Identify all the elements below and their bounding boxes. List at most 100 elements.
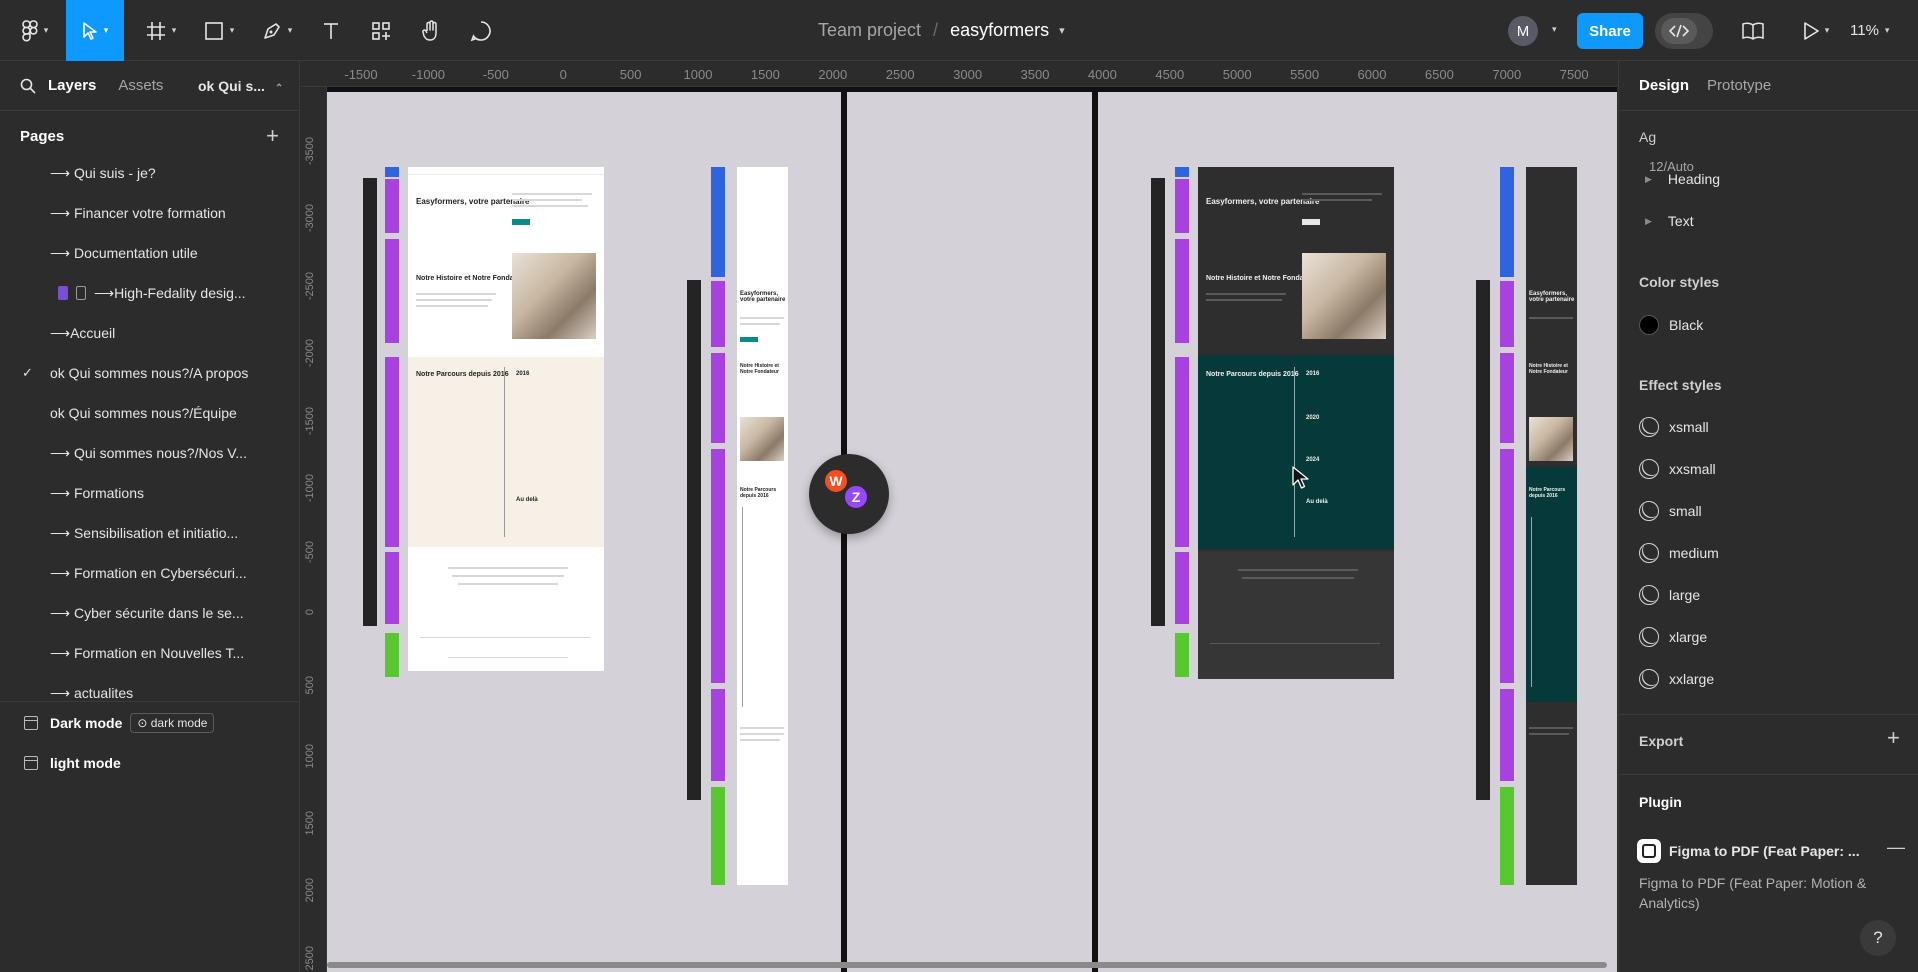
page-item[interactable]: ⟶ Formation en Nouvelles T... — [0, 633, 300, 673]
horizontal-scrollbar[interactable] — [327, 962, 1607, 968]
tab-layers[interactable]: Layers — [48, 77, 96, 94]
library-button[interactable] — [1738, 0, 1768, 61]
light-mobile-frame[interactable]: Easyformers, votre partenaire Notre Hist… — [737, 167, 788, 885]
section-bar[interactable] — [1476, 280, 1490, 800]
section-bar[interactable] — [1500, 281, 1514, 347]
design-canvas[interactable]: -1500 -1000 -500 0 500 1000 1500 2000 2500 3000 35… — [301, 61, 1617, 972]
breadcrumb-file-name[interactable]: easyformers — [950, 20, 1049, 41]
section-bar[interactable] — [711, 449, 725, 683]
chevron-down-icon[interactable]: ▾ — [1059, 24, 1065, 37]
page-item-content: ⟶High-Fedality desig... — [58, 285, 246, 302]
comment-tool-button[interactable] — [466, 0, 496, 61]
page-item-active[interactable]: ✓ ok Qui sommes nous?/A propos — [0, 353, 300, 393]
dark-mobile-frame[interactable]: Easyformers, votre partenaire Notre Hist… — [1526, 167, 1577, 885]
page-item[interactable]: ⟶ Formation en Cybersécuri... — [0, 553, 300, 593]
chevron-down-icon[interactable]: ▾ — [1552, 24, 1557, 35]
effect-style-item[interactable]: xsmall — [1639, 417, 1709, 437]
section-bar[interactable] — [385, 633, 399, 677]
section-bar[interactable] — [385, 179, 399, 233]
page-item[interactable]: ⟶High-Fedality desig... — [0, 273, 300, 313]
section-bar[interactable] — [711, 689, 725, 781]
page-item[interactable]: ⟶ Cyber sécurite dans le se... — [0, 593, 300, 633]
section-bar[interactable] — [385, 357, 399, 547]
add-export-icon[interactable]: + — [1887, 725, 1900, 751]
section-bar[interactable] — [711, 167, 725, 277]
section-bar[interactable] — [1175, 357, 1189, 547]
section-bar[interactable] — [711, 787, 725, 885]
effect-style-item[interactable]: large — [1639, 585, 1700, 605]
page-item[interactable]: ⟶Accueil — [0, 313, 300, 353]
tab-assets[interactable]: Assets — [118, 77, 163, 94]
effect-style-item[interactable]: medium — [1639, 543, 1719, 563]
layer-row-light-mode[interactable]: light mode — [0, 743, 300, 783]
section-bar[interactable] — [1500, 449, 1514, 683]
section-bar[interactable] — [1175, 167, 1189, 177]
page-item[interactable]: ok Qui sommes nous?/Équipe — [0, 393, 300, 433]
page-item[interactable]: ⟶ Qui sommes nous?/Nos V... — [0, 433, 300, 473]
layer-row-dark-mode[interactable]: Dark mode ⊙ dark mode — [0, 703, 300, 743]
section-bar[interactable] — [1175, 633, 1189, 677]
section-bar[interactable] — [385, 239, 399, 343]
dev-mode-toggle[interactable] — [1655, 13, 1713, 49]
breadcrumb-team[interactable]: Team project — [818, 20, 921, 41]
page-item[interactable]: ⟶ Sensibilisation et initiatio... — [0, 513, 300, 553]
help-button[interactable]: ? — [1860, 920, 1896, 956]
zoom-level[interactable]: 11% ▾ — [1850, 0, 1889, 61]
effect-style-item[interactable]: xxlarge — [1639, 669, 1714, 689]
section-bar[interactable] — [1175, 552, 1189, 624]
section-bar[interactable] — [1500, 167, 1514, 277]
move-tool-button[interactable]: ▾ — [66, 0, 124, 61]
color-style-black[interactable]: Black — [1639, 315, 1703, 335]
hand-tool-button[interactable] — [416, 0, 446, 61]
dark-desktop-frame[interactable]: Easyformers, votre partenaire Notre Hist… — [1198, 167, 1394, 679]
mock-text-line — [1242, 577, 1354, 579]
page-item[interactable]: ⟶ Financer votre formation — [0, 193, 300, 233]
text-style-text[interactable]: ▶ Text — [1645, 213, 1694, 229]
effect-style-item[interactable]: xxsmall — [1639, 459, 1716, 479]
text-tool-button[interactable] — [316, 0, 346, 61]
search-icon[interactable] — [20, 78, 36, 94]
pen-icon — [263, 22, 280, 39]
section-bar[interactable] — [363, 178, 377, 626]
effect-style-item[interactable]: xlarge — [1639, 627, 1707, 647]
resources-tool-button[interactable] — [366, 0, 396, 61]
share-button[interactable]: Share — [1577, 13, 1643, 49]
current-page-selector[interactable]: ok Qui s... ⌃ — [198, 78, 283, 94]
user-avatar[interactable]: M — [1508, 16, 1538, 46]
add-page-icon[interactable]: + — [266, 123, 279, 149]
section-bar[interactable] — [1500, 689, 1514, 781]
section-bar[interactable] — [1500, 787, 1514, 885]
page-item[interactable]: ⟶ Documentation utile — [0, 233, 300, 273]
page-item[interactable]: ⟶ Qui suis - je? — [0, 161, 300, 193]
mock-text-line — [512, 193, 592, 195]
effect-style-item[interactable]: small — [1639, 501, 1702, 521]
section-bar[interactable] — [385, 167, 399, 177]
ruler-tick-label: -1000 — [304, 474, 316, 503]
tab-design[interactable]: Design — [1639, 77, 1689, 94]
section-bar[interactable] — [1175, 179, 1189, 233]
section-bar[interactable] — [1175, 239, 1189, 343]
section-bar[interactable] — [385, 552, 399, 624]
pen-tool-button[interactable]: ▾ — [256, 0, 298, 61]
collapse-plugin-icon[interactable]: — — [1887, 837, 1905, 858]
section-bar[interactable] — [711, 353, 725, 443]
frame-tool-button[interactable]: ▾ — [140, 0, 182, 61]
page-item-label: ⟶ Documentation utile — [50, 244, 198, 261]
shape-tool-button[interactable]: ▾ — [198, 0, 240, 61]
light-desktop-frame[interactable]: Easyformers, votre partenaire Notre Hist… — [408, 167, 604, 671]
mock-timeline-axis — [1294, 367, 1295, 537]
ruler-tick-label: 3500 — [1020, 67, 1050, 82]
ruler-tick-label: -500 — [304, 541, 316, 564]
present-button[interactable]: ▾ — [1796, 0, 1836, 61]
section-bar[interactable] — [711, 281, 725, 347]
plugin-item[interactable]: Figma to PDF (Feat Paper: ... — [1637, 839, 1860, 863]
tab-prototype[interactable]: Prototype — [1707, 77, 1771, 94]
section-bar[interactable] — [687, 280, 701, 800]
mock-text-line — [452, 575, 564, 577]
page-item[interactable]: ⟶ Formations — [0, 473, 300, 513]
page-item[interactable]: ⟶ actualites — [0, 673, 300, 701]
section-bar[interactable] — [1500, 353, 1514, 443]
main-menu-button[interactable]: ▾ — [14, 0, 56, 61]
text-style-heading[interactable]: ▶ Heading — [1645, 171, 1720, 187]
section-bar[interactable] — [1151, 178, 1165, 626]
